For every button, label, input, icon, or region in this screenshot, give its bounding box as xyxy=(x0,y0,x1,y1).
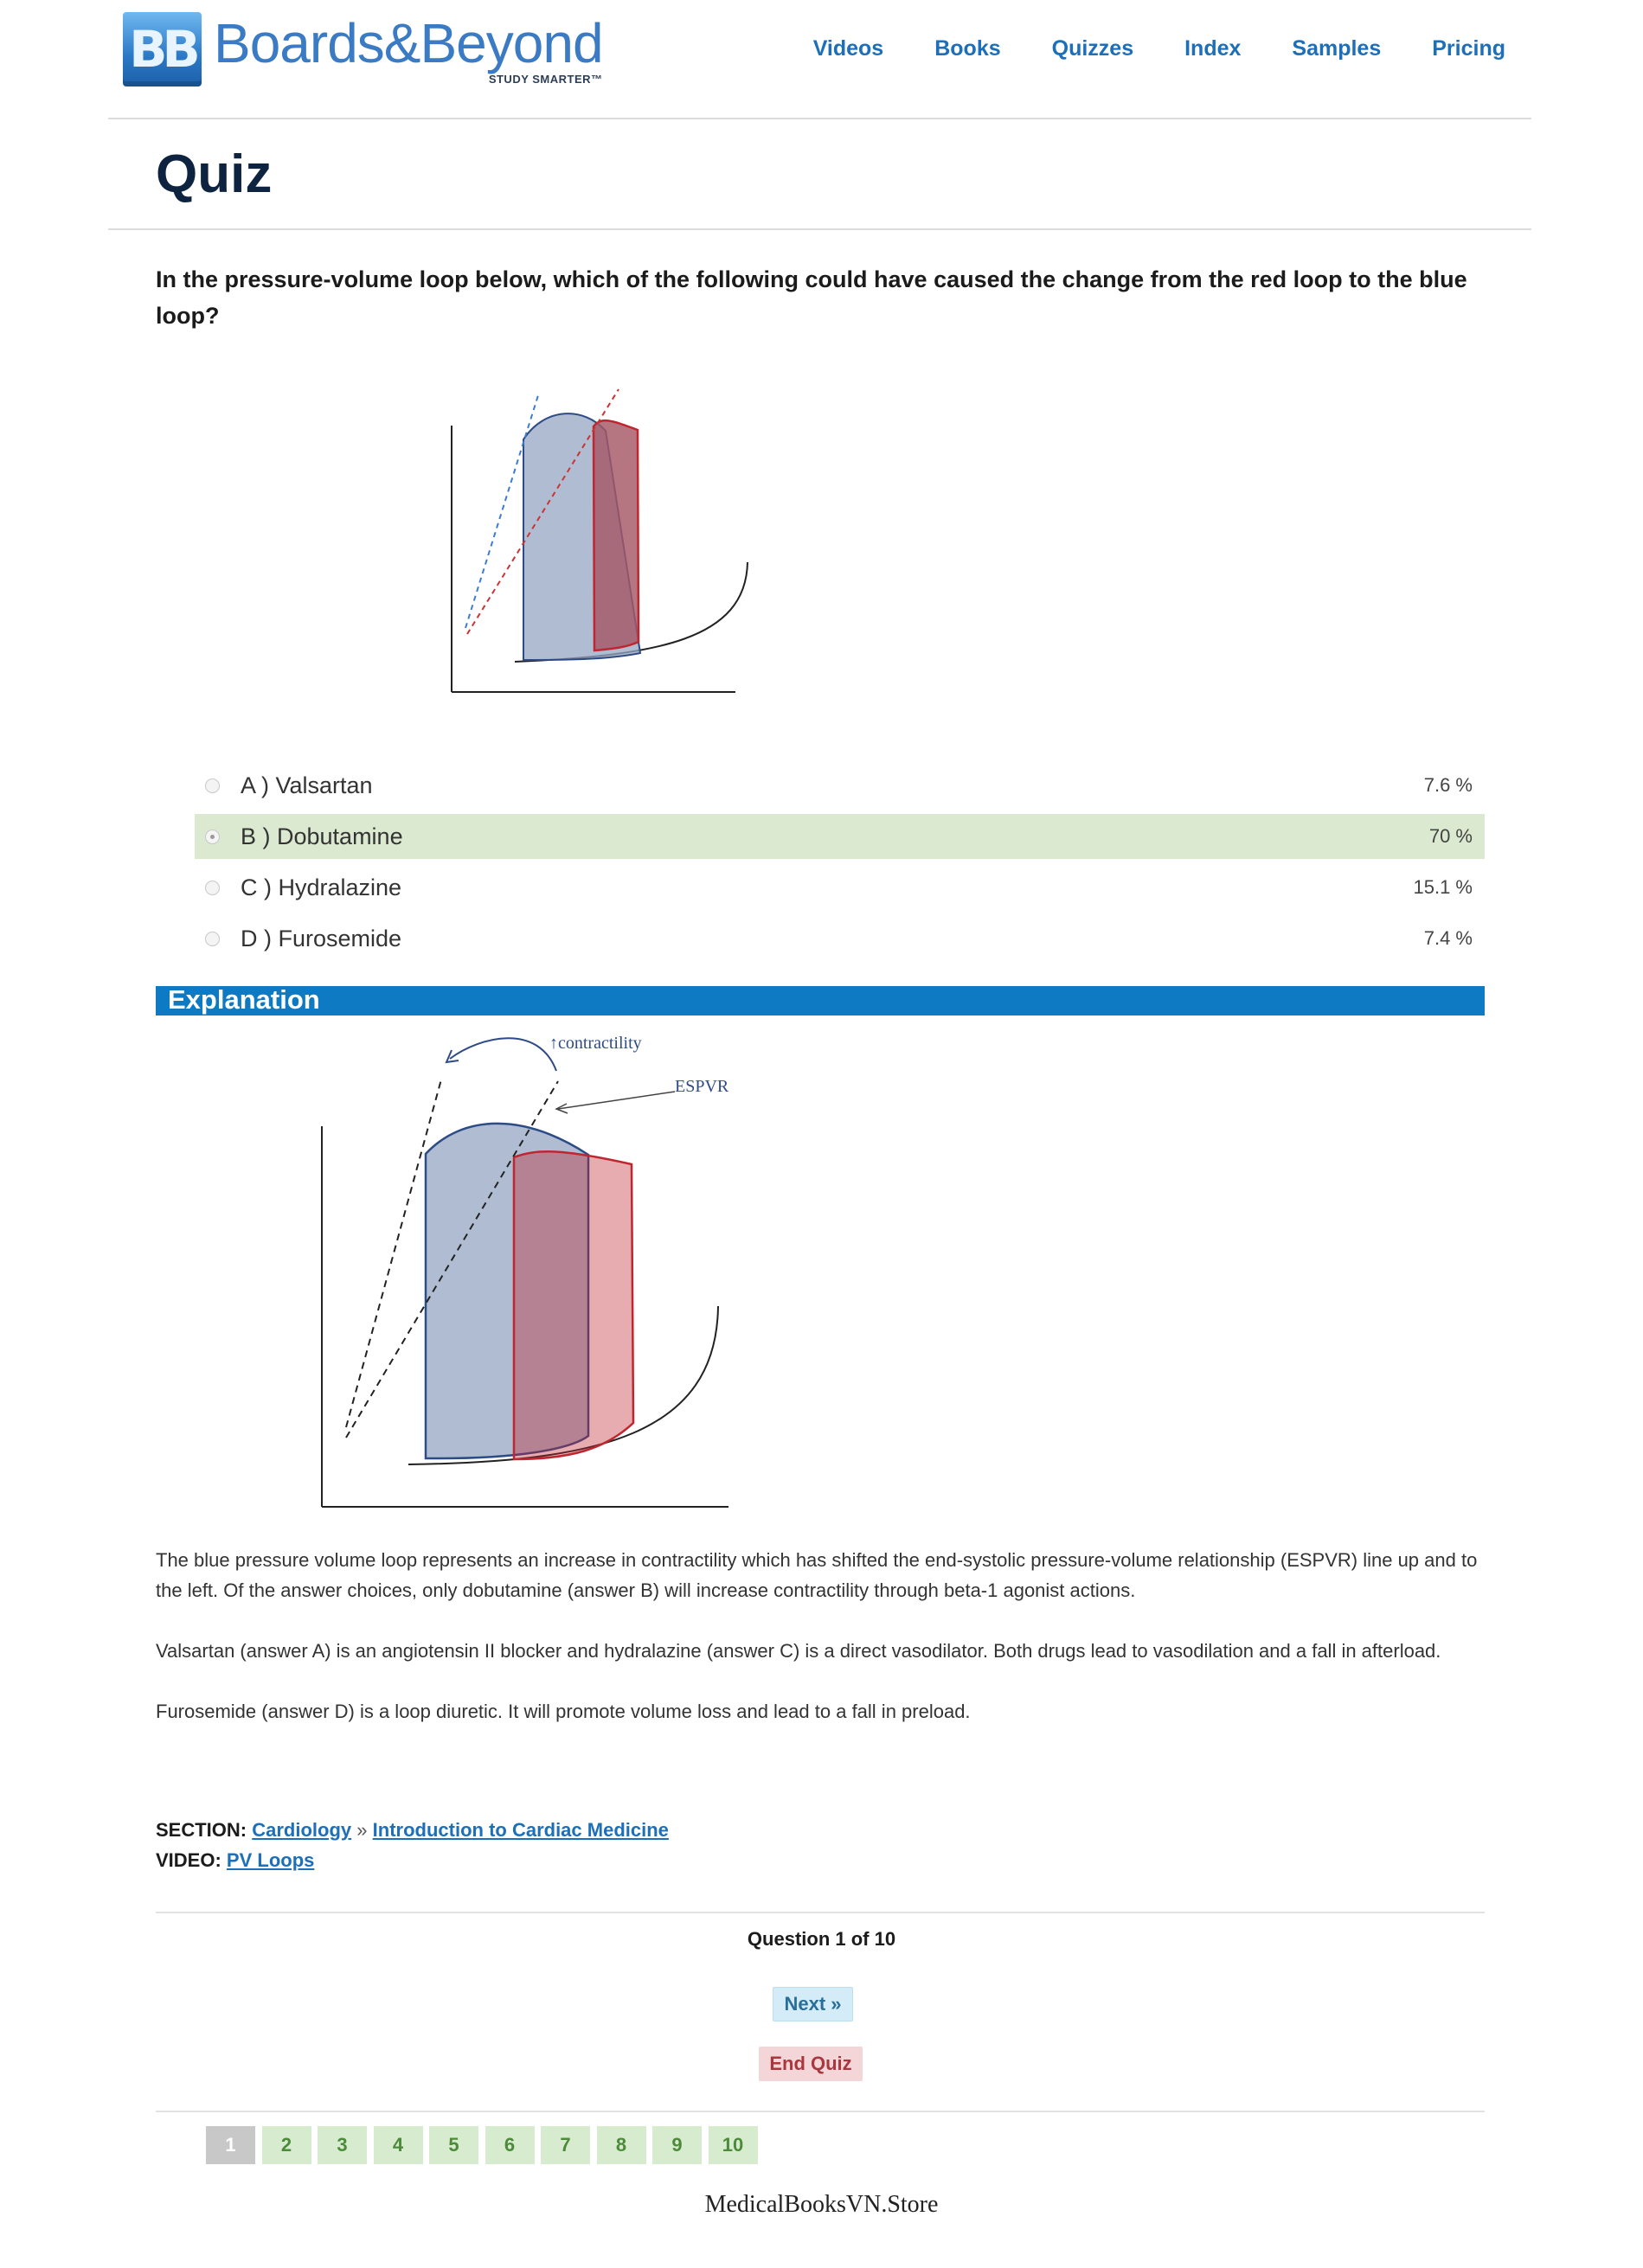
answer-label: D ) Furosemide xyxy=(241,925,402,951)
nav-pricing[interactable]: Pricing xyxy=(1432,36,1505,61)
contractility-arrow xyxy=(449,1037,557,1072)
explanation-paragraph-2: Valsartan (answer A) is an angiotensin I… xyxy=(156,1640,1441,1662)
answer-percent: 70 % xyxy=(1428,825,1473,847)
divider xyxy=(156,2111,1485,2112)
answer-label: C ) Hydralazine xyxy=(241,874,402,900)
question-counter: Question 1 of 10 xyxy=(747,1928,896,1950)
nav-quizzes[interactable]: Quizzes xyxy=(1052,36,1133,61)
answer-percent: 7.4 % xyxy=(1423,927,1473,949)
page-button-6[interactable]: 6 xyxy=(485,2126,535,2164)
espvr-pointer-arrow xyxy=(557,1091,676,1110)
answer-option-a[interactable]: A ) Valsartan 7.6 % xyxy=(195,763,1485,808)
nav-videos[interactable]: Videos xyxy=(813,36,884,61)
video-link-pv-loops[interactable]: PV Loops xyxy=(227,1849,314,1871)
radio-button[interactable] xyxy=(205,778,220,793)
answer-option-b[interactable]: B ) Dobutamine 70 % xyxy=(195,814,1485,859)
site-logo[interactable]: BB Boards&Beyond STUDY SMARTER™ xyxy=(123,12,604,86)
title-bar: Quiz xyxy=(108,119,1531,230)
explanation-pv-loop-figure: ↑contractility ESPVR xyxy=(321,1034,729,1508)
page-button-8[interactable]: 8 xyxy=(596,2126,646,2164)
red-loop xyxy=(512,1150,635,1461)
radio-button[interactable] xyxy=(205,880,220,895)
page-title: Quiz xyxy=(156,144,273,204)
nav-samples[interactable]: Samples xyxy=(1292,36,1381,61)
explanation-paragraph-3: Furosemide (answer D) is a loop diuretic… xyxy=(156,1701,971,1722)
radio-button[interactable] xyxy=(205,829,220,844)
logo-text: Boards&Beyond STUDY SMARTER™ xyxy=(214,12,604,86)
page-button-7[interactable]: 7 xyxy=(541,2126,590,2164)
section-label: SECTION: xyxy=(156,1819,247,1841)
logo-tagline: STUDY SMARTER™ xyxy=(488,73,603,86)
watermark-text: MedicalBooksVN.Store xyxy=(704,2191,939,2218)
espvr-label: ESPVR xyxy=(675,1077,729,1096)
page-button-9[interactable]: 9 xyxy=(652,2126,702,2164)
site-header: BB Boards&Beyond STUDY SMARTER™ Videos B… xyxy=(108,0,1531,119)
main-nav: Videos Books Quizzes Index Samples Prici… xyxy=(762,36,1505,61)
next-button[interactable]: Next » xyxy=(773,1987,853,2021)
contractility-label: ↑contractility xyxy=(549,1034,642,1053)
question-pager: 1 2 3 4 5 6 7 8 9 10 xyxy=(206,2126,764,2164)
video-info: VIDEO: PV Loops xyxy=(156,1849,314,1872)
logo-badge: BB xyxy=(123,12,202,86)
page-button-3[interactable]: 3 xyxy=(318,2126,367,2164)
answer-label: B ) Dobutamine xyxy=(241,823,403,849)
page-button-4[interactable]: 4 xyxy=(373,2126,423,2164)
page-button-5[interactable]: 5 xyxy=(429,2126,478,2164)
answer-option-d[interactable]: D ) Furosemide 7.4 % xyxy=(195,916,1485,961)
explanation-paragraph-1: The blue pressure volume loop represents… xyxy=(156,1549,1478,1601)
answer-option-c[interactable]: C ) Hydralazine 15.1 % xyxy=(195,865,1485,910)
answer-percent: 7.6 % xyxy=(1423,774,1473,796)
section-link-intro-cardiac[interactable]: Introduction to Cardiac Medicine xyxy=(373,1819,669,1841)
page-button-2[interactable]: 2 xyxy=(261,2126,311,2164)
answer-percent: 15.1 % xyxy=(1413,876,1473,898)
nav-books[interactable]: Books xyxy=(934,36,1000,61)
page-button-10[interactable]: 10 xyxy=(708,2126,758,2164)
divider xyxy=(156,1912,1485,1913)
page-button-1[interactable]: 1 xyxy=(206,2126,255,2164)
explanation-title: Explanation xyxy=(168,984,320,1015)
end-quiz-button[interactable]: End Quiz xyxy=(759,2047,863,2081)
explanation-header: Explanation xyxy=(156,984,1485,1015)
logo-name: Boards&Beyond xyxy=(214,12,604,74)
breadcrumb-separator: » xyxy=(356,1819,368,1841)
answer-label: A ) Valsartan xyxy=(241,772,373,798)
section-link-cardiology[interactable]: Cardiology xyxy=(252,1819,351,1841)
nav-index[interactable]: Index xyxy=(1184,36,1241,61)
section-info: SECTION: Cardiology » Introduction to Ca… xyxy=(156,1819,669,1842)
question-pv-loop-figure xyxy=(451,388,748,693)
red-loop xyxy=(592,420,640,652)
question-text: In the pressure-volume loop below, which… xyxy=(156,266,1467,329)
video-label: VIDEO: xyxy=(156,1849,221,1871)
radio-button[interactable] xyxy=(205,931,220,946)
answer-list: A ) Valsartan 7.6 % B ) Dobutamine 70 % … xyxy=(195,763,1485,967)
